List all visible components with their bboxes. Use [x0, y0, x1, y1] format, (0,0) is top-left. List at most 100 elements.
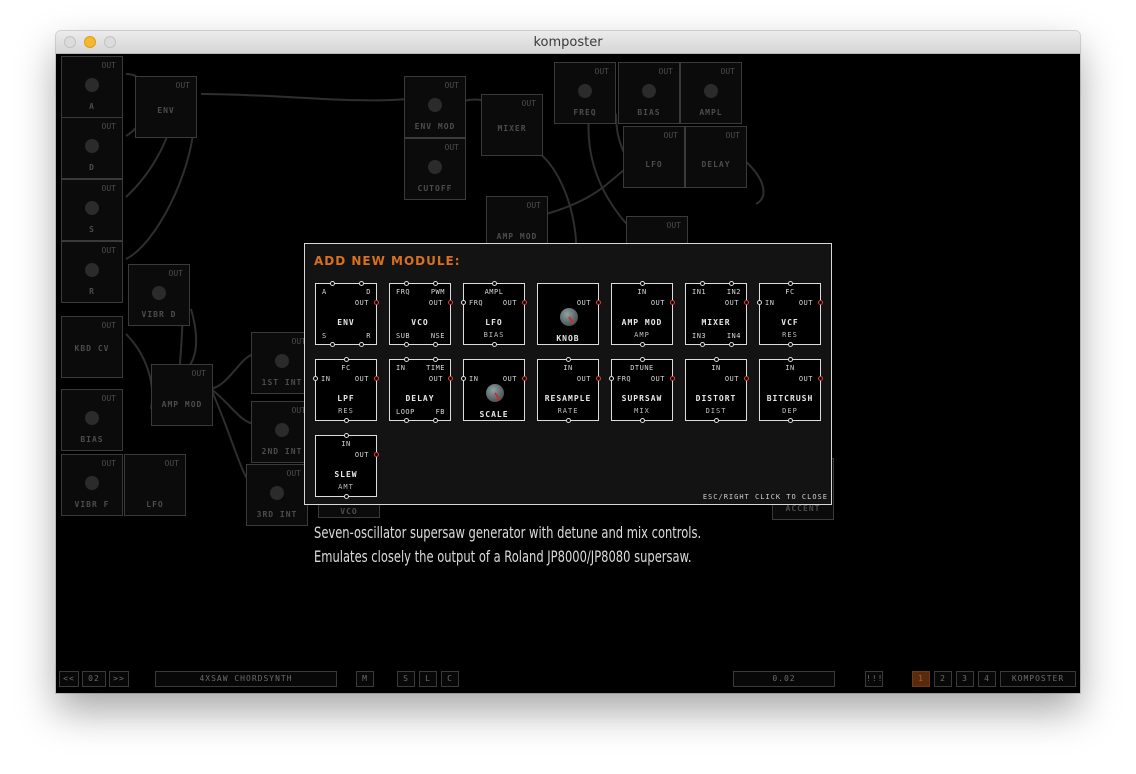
load-button[interactable]: L: [419, 671, 437, 687]
slot-2-button[interactable]: 2: [934, 671, 952, 687]
bg-module[interactable]: OUT ENV: [135, 76, 197, 138]
bg-module[interactable]: OUT 3RD INT: [246, 464, 308, 526]
bg-module[interactable]: OUT: [626, 216, 688, 244]
bg-module[interactable]: OUT VIBR D: [128, 264, 190, 326]
module-name: DELAY: [405, 394, 435, 403]
prev-page-button[interactable]: <<: [59, 671, 79, 687]
clear-button[interactable]: C: [441, 671, 459, 687]
module-distort[interactable]: IN OUT DIST DISTORT: [685, 357, 749, 423]
input-port: [700, 281, 705, 286]
bg-module[interactable]: OUT LFO: [623, 126, 685, 188]
bg-module[interactable]: OUT AMPL: [680, 62, 742, 124]
port-label: AMT: [338, 483, 354, 491]
bang-button[interactable]: !!!: [865, 671, 883, 687]
knob-icon: [560, 308, 578, 326]
input-port: [788, 418, 793, 423]
input-port: [729, 342, 734, 347]
input-port: [404, 342, 409, 347]
port-label: IN2: [726, 288, 741, 296]
next-page-button[interactable]: >>: [109, 671, 129, 687]
input-port: [700, 342, 705, 347]
input-port: [640, 342, 645, 347]
patch-name-field[interactable]: 4XSAW CHORDSYNTH: [155, 671, 337, 687]
port-label: IN1: [692, 288, 707, 296]
port-label: IN: [711, 364, 721, 372]
input-port: [461, 300, 466, 305]
port-label: FRQ: [469, 299, 484, 307]
module-lpf[interactable]: FC IN OUT RES LPF: [313, 357, 379, 423]
close-hint: ESC/RIGHT CLICK TO CLOSE: [702, 493, 828, 501]
port-label: OUT: [502, 299, 517, 307]
module-mixer[interactable]: IN1 IN2 OUT IN3 IN4 MIXER: [685, 281, 749, 347]
input-port: [640, 357, 645, 362]
slot-3-button[interactable]: 3: [956, 671, 974, 687]
module-bitcrush[interactable]: IN OUT DEP BITCRUSH: [759, 357, 823, 423]
bg-module[interactable]: OUT R: [61, 241, 123, 303]
module-lfo[interactable]: AMPL FRQ OUT BIAS LFO: [461, 281, 527, 347]
module-name: SUPRSAW: [621, 394, 663, 403]
bg-module[interactable]: VCO: [318, 504, 380, 518]
port-label: FB: [435, 408, 445, 416]
bg-module[interactable]: OUT A: [61, 56, 123, 118]
input-port: [433, 281, 438, 286]
module-suprsaw[interactable]: DTUNE FRQ OUT MIX SUPRSAW: [609, 357, 675, 423]
module-resample[interactable]: IN OUT RATE RESAMPLE: [537, 357, 601, 423]
slot-1-button[interactable]: 1: [912, 671, 930, 687]
bg-module[interactable]: OUT KBD CV: [61, 316, 123, 378]
port-label: OUT: [798, 299, 813, 307]
output-port: [744, 376, 749, 381]
module-name: RESAMPLE: [544, 394, 592, 403]
bg-module[interactable]: OUT ENV MOD: [404, 76, 466, 138]
bg-module[interactable]: OUT VIBR F: [61, 454, 123, 516]
slot-4-button[interactable]: 4: [978, 671, 996, 687]
port-label: IN: [637, 288, 647, 296]
module-knob[interactable]: OUT KNOB: [537, 283, 601, 345]
bg-module[interactable]: OUT DELAY: [685, 126, 747, 188]
port-label: OUT: [576, 299, 591, 307]
port-label: RATE: [557, 407, 579, 415]
port-label: IN: [469, 375, 479, 383]
bg-module[interactable]: OUT BIAS: [61, 389, 123, 451]
page-number: 02: [82, 671, 106, 687]
port-label: FRQ: [617, 375, 632, 383]
output-port: [818, 300, 823, 305]
port-label: IN: [341, 440, 351, 448]
app-mode-button[interactable]: KOMPOSTER: [1000, 671, 1076, 687]
bg-module[interactable]: OUT AMP MOD: [486, 196, 548, 244]
port-label: LOOP: [396, 408, 415, 416]
module-amp-mod[interactable]: IN OUT AMP AMP MOD: [611, 281, 675, 347]
bg-module[interactable]: OUT CUTOFF: [404, 138, 466, 200]
port-label: IN: [563, 364, 573, 372]
bg-module[interactable]: OUT D: [61, 117, 123, 179]
module-vcf[interactable]: FC IN OUT RES VCF: [757, 281, 823, 347]
bg-module[interactable]: OUT FREQ: [554, 62, 616, 124]
bg-module[interactable]: OUT BIAS: [618, 62, 680, 124]
bg-module[interactable]: OUT LFO: [124, 454, 186, 516]
input-port: [404, 357, 409, 362]
module-scale[interactable]: IN OUT SCALE: [461, 359, 527, 421]
port-label: OUT: [576, 375, 591, 383]
mute-button[interactable]: M: [356, 671, 374, 687]
port-label: OUT: [428, 375, 443, 383]
module-env[interactable]: A D OUT S R ENV: [315, 281, 379, 347]
port-label: IN: [765, 299, 775, 307]
output-port: [374, 300, 379, 305]
module-slew[interactable]: IN OUT AMT SLEW: [315, 433, 379, 499]
output-port: [522, 300, 527, 305]
port-label: MIX: [634, 407, 650, 415]
bg-module[interactable]: OUT S: [61, 179, 123, 241]
output-port: [670, 300, 675, 305]
input-port: [714, 357, 719, 362]
bg-module[interactable]: OUT AMP MOD: [151, 364, 213, 426]
save-button[interactable]: S: [397, 671, 415, 687]
module-delay[interactable]: IN TIME OUT LOOP FB DELAY: [389, 357, 453, 423]
output-port: [448, 376, 453, 381]
bg-module[interactable]: OUT MIXER: [481, 94, 543, 156]
input-port: [788, 357, 793, 362]
input-port: [640, 281, 645, 286]
module-vco[interactable]: FRQ PWM OUT SUB NSE VCO: [389, 281, 453, 347]
input-port: [433, 342, 438, 347]
module-name: VCF: [781, 318, 799, 327]
input-port: [433, 357, 438, 362]
patch-canvas[interactable]: OUT A OUT D OUT S OUT R OUT ENV OUT VIBR D OUT…: [56, 54, 1080, 693]
